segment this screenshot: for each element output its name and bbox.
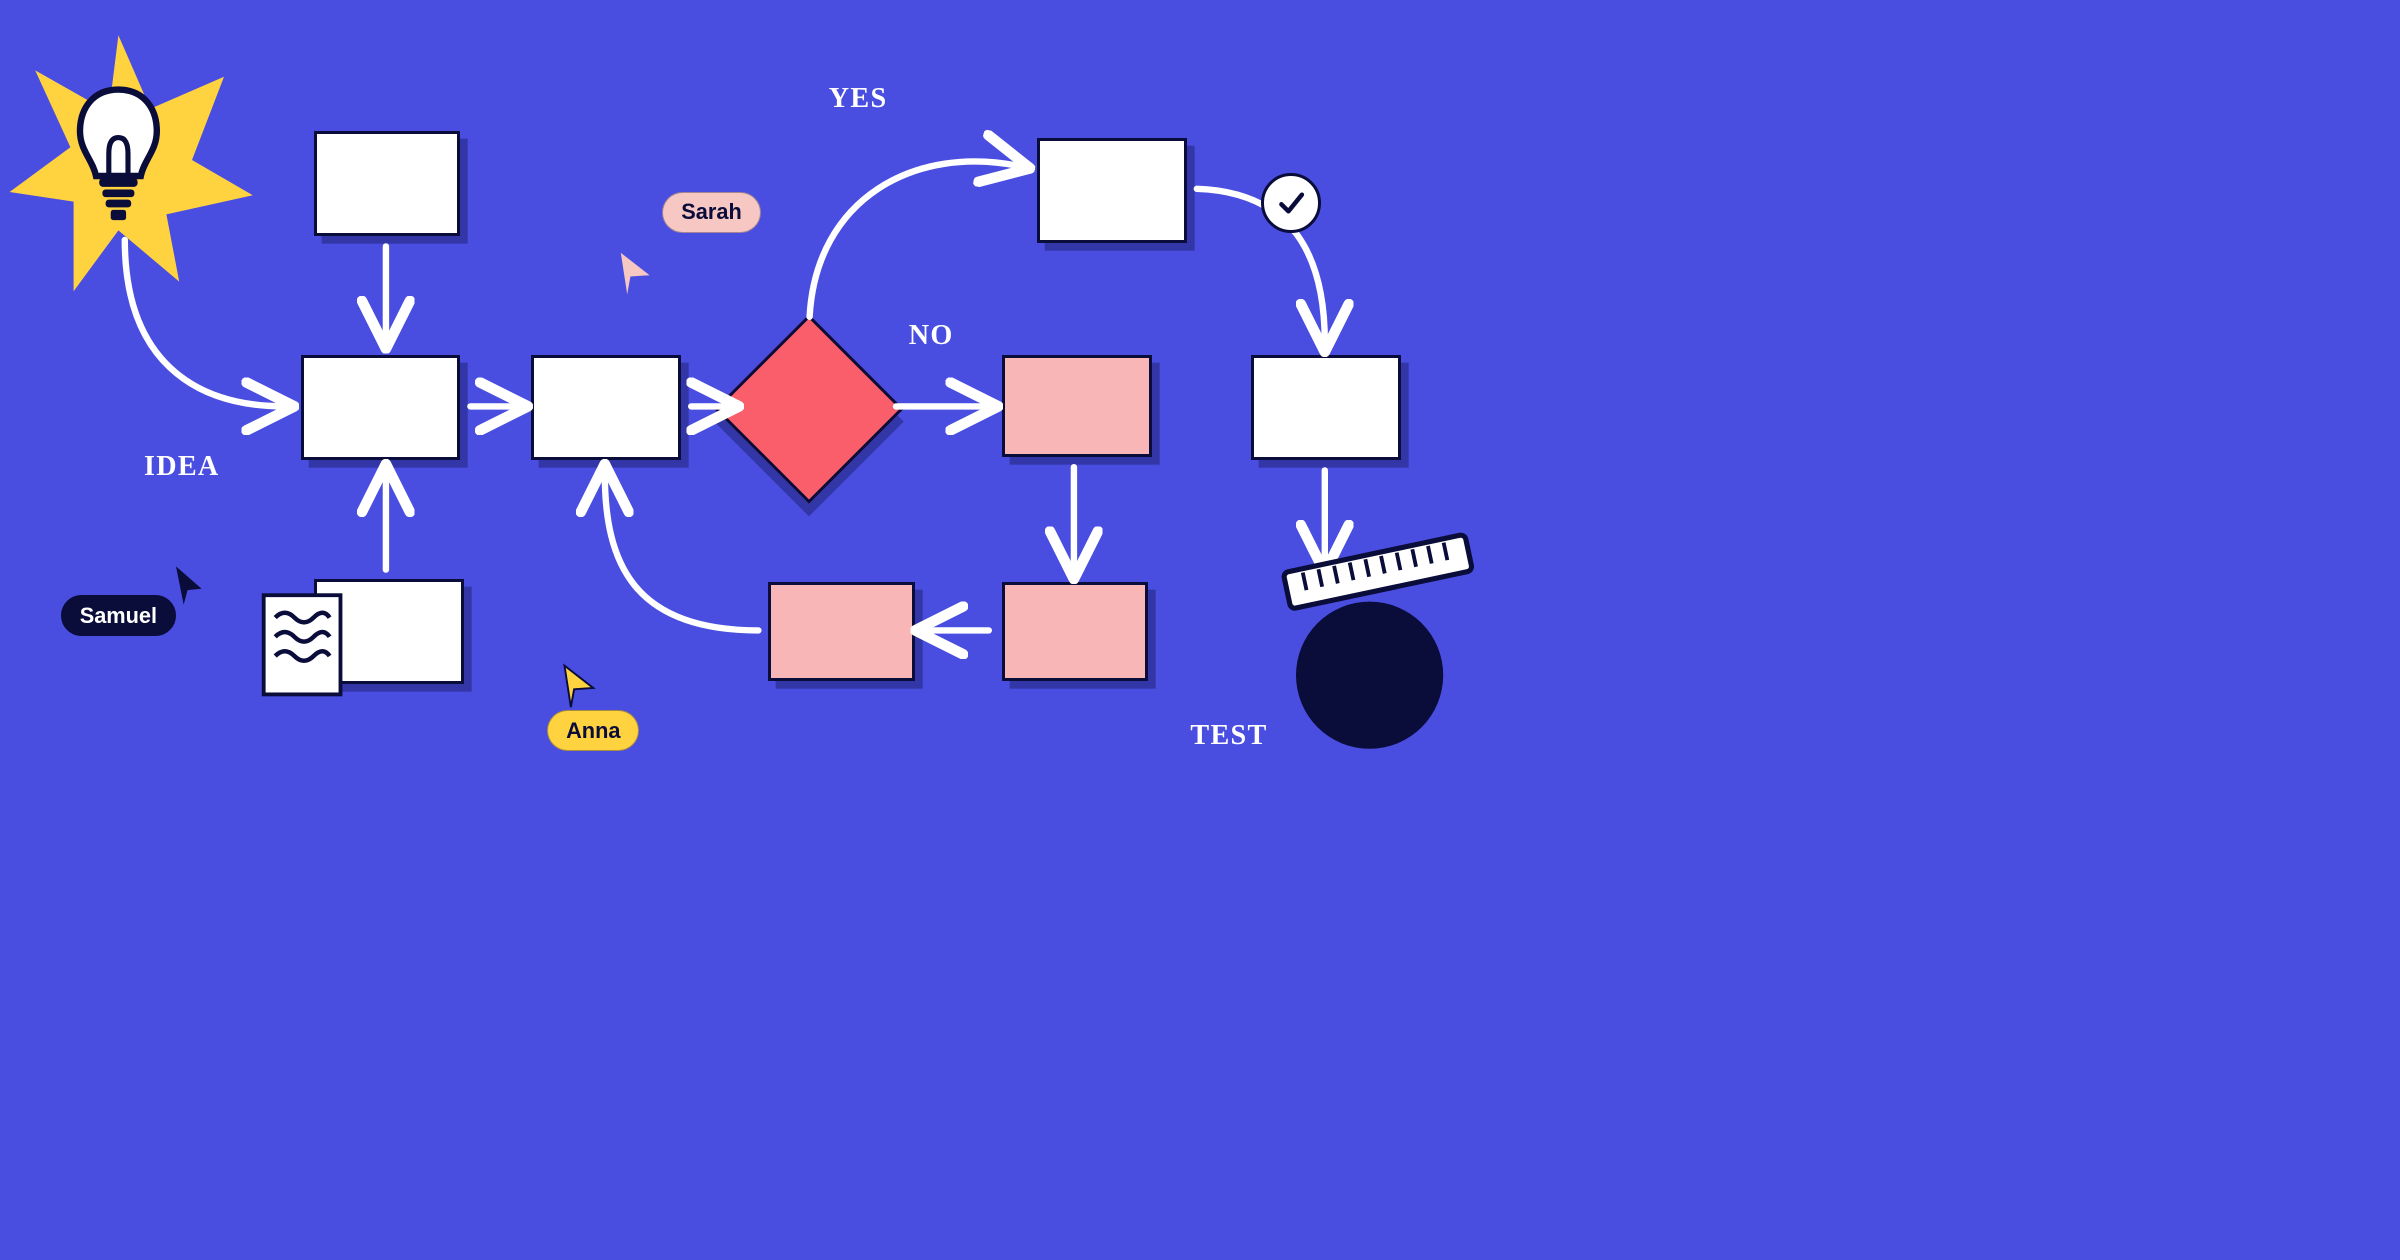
user-tag-sarah[interactable]: Sarah — [662, 192, 760, 233]
user-tag-anna[interactable]: Anna — [547, 710, 639, 751]
process-box-no-right[interactable] — [1002, 355, 1152, 457]
process-box-main[interactable] — [301, 355, 461, 460]
process-box-no-left[interactable] — [768, 582, 915, 681]
process-box-doc[interactable] — [314, 579, 464, 684]
process-box-top[interactable] — [314, 131, 461, 236]
edge-decision-yes — [810, 161, 1021, 316]
decision-diamond[interactable] — [715, 315, 905, 505]
label-idea: IDEA — [144, 451, 220, 483]
cursor-sarah-icon — [621, 253, 650, 295]
cursor-samuel-icon — [176, 566, 202, 604]
process-box-no-below[interactable] — [1002, 582, 1149, 681]
process-box-yes[interactable] — [1037, 138, 1187, 243]
lightbulb-icon — [80, 90, 157, 221]
starburst-icon — [10, 35, 253, 291]
checkmark-badge-icon — [1261, 173, 1321, 233]
user-tag-samuel[interactable]: Samuel — [61, 595, 176, 636]
label-test: TEST — [1190, 720, 1267, 752]
process-box-mid[interactable] — [531, 355, 681, 460]
process-box-after-yes[interactable] — [1251, 355, 1401, 460]
cursor-anna-icon — [564, 666, 593, 708]
balance-test-icon — [1283, 534, 1472, 749]
edge-idea-to-main — [125, 240, 285, 406]
label-yes: YES — [829, 83, 888, 115]
label-no: NO — [909, 320, 954, 352]
edge-loop-back — [605, 474, 759, 631]
flowchart-canvas[interactable]: IDEA YES NO TEST Samuel Sarah Anna — [0, 0, 1536, 806]
